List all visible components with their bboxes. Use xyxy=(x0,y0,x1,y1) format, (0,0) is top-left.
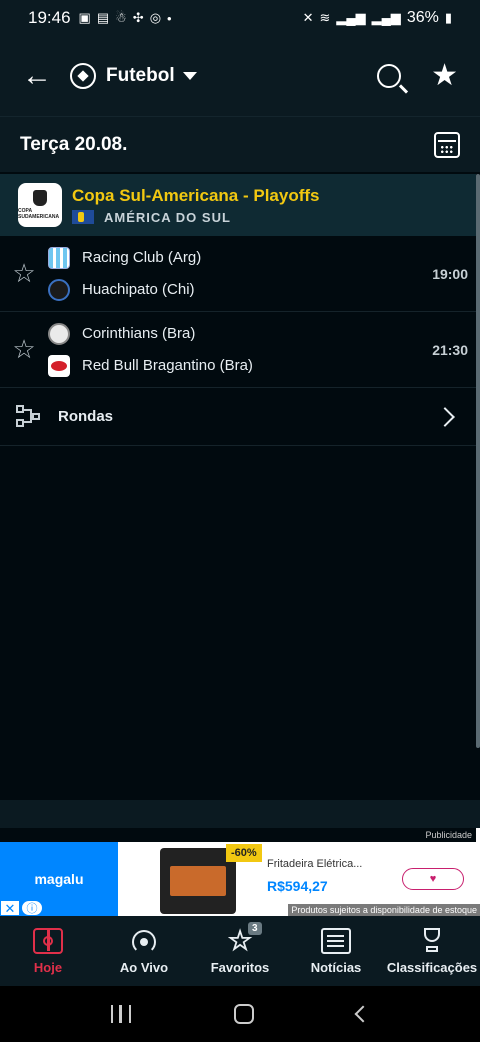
system-navigation-bar xyxy=(0,986,480,1042)
battery-icon: ▮ xyxy=(444,10,452,25)
nav-ao-vivo[interactable]: Ao Vivo xyxy=(96,916,192,986)
today-icon xyxy=(33,927,63,954)
match-row[interactable]: ☆ Corinthians (Bra) Red Bull Bragantino … xyxy=(0,312,476,388)
status-time: 19:46 xyxy=(28,8,71,27)
soccer-ball-icon xyxy=(70,63,96,89)
home-team-name: Corinthians (Bra) xyxy=(82,325,196,342)
ad-banner[interactable]: Publicidade magalu -60% Fritadeira Elétr… xyxy=(0,828,480,916)
top-app-bar: ← Futebol ★ xyxy=(0,36,480,116)
news-icon xyxy=(321,927,351,954)
league-header[interactable]: COPA SUDAMERICANA Copa Sul-Americana - P… xyxy=(0,174,476,236)
league-info: Copa Sul-Americana - Playoffs AMÉRICA DO… xyxy=(72,186,320,225)
home-icon[interactable] xyxy=(233,1004,254,1024)
ad-discount: -60% xyxy=(226,844,262,862)
scrollbar[interactable] xyxy=(476,174,480,748)
away-team-name: Huachipato (Chi) xyxy=(82,281,195,298)
pinwheel-icon: ✣ xyxy=(132,10,144,25)
nav-label: Ao Vivo xyxy=(119,959,169,975)
league-region: AMÉRICA DO SUL xyxy=(104,209,231,225)
league-region-row: AMÉRICA DO SUL xyxy=(72,210,320,225)
nav-label: Favoritos xyxy=(210,959,270,975)
trophy-icon xyxy=(417,927,447,954)
bottom-navigation: Hoje Ao Vivo ☆ 3 Favoritos Notícias Clas… xyxy=(0,916,480,986)
mute-icon: ✕ xyxy=(302,10,314,25)
back-arrow-icon[interactable]: ← xyxy=(22,59,58,93)
app-icon: ☃ xyxy=(115,10,127,25)
date-row: Terça 20.08. xyxy=(0,116,480,172)
match-time: 19:00 xyxy=(432,265,468,282)
status-right: ✕ ≋ ▂▄▆ ▂▄▆ 36% ▮ xyxy=(303,9,452,27)
racing-crest-icon xyxy=(48,246,70,269)
chat-icon: ▤ xyxy=(96,10,110,25)
caret-down-icon xyxy=(182,72,197,80)
ad-close-icon[interactable]: ✕ xyxy=(0,900,20,916)
signal2-icon: ▂▄▆ xyxy=(371,10,401,25)
sport-label: Futebol xyxy=(106,65,175,86)
live-icon xyxy=(129,928,159,954)
match-teams: Racing Club (Arg) Huachipato (Chi) xyxy=(48,242,416,306)
nav-favoritos[interactable]: ☆ 3 Favoritos xyxy=(192,916,288,986)
content-bottom-strip xyxy=(0,800,480,828)
recents-icon[interactable] xyxy=(111,1005,132,1023)
ad-label: Publicidade xyxy=(0,828,476,842)
ad-title[interactable]: Fritadeira Elétrica... xyxy=(267,858,362,870)
chevron-right-icon xyxy=(435,406,455,427)
date-label: Terça 20.08. xyxy=(20,133,128,155)
battery-percent: 36% xyxy=(406,9,439,26)
trophy-mini-icon xyxy=(33,190,47,206)
nav-classificacoes[interactable]: Classificações xyxy=(384,916,480,986)
away-team-name: Red Bull Bragantino (Bra) xyxy=(82,357,253,374)
ad-info-icon[interactable]: ⓘ xyxy=(21,900,43,916)
star-icon[interactable]: ★ xyxy=(431,61,458,91)
bracket-icon xyxy=(16,404,42,429)
bragantino-crest-icon xyxy=(48,354,70,377)
nav-label: Classificações xyxy=(386,959,478,975)
nav-label: Notícias xyxy=(310,959,362,975)
match-row[interactable]: ☆ Racing Club (Arg) Huachipato (Chi) 19:… xyxy=(0,236,476,312)
favorite-star-icon[interactable]: ☆ xyxy=(0,334,48,365)
instagram-icon: ◎ xyxy=(149,10,162,25)
away-team: Huachipato (Chi) xyxy=(48,274,416,306)
league-logo-text: COPA SUDAMERICANA xyxy=(18,208,60,220)
nav-noticias[interactable]: Notícias xyxy=(288,916,384,986)
search-icon[interactable] xyxy=(377,64,402,88)
south-america-flag-icon xyxy=(72,210,94,224)
favorite-star-icon[interactable]: ☆ xyxy=(0,258,48,289)
ad-price: R$594,27 xyxy=(267,878,328,894)
home-team: Corinthians (Bra) xyxy=(48,318,416,350)
sport-selector[interactable]: Futebol xyxy=(70,63,197,89)
notification-icons: ▣ ▤ ☃ ✣ ◎ • xyxy=(79,10,172,26)
message-icon: ▣ xyxy=(78,10,91,25)
away-team: Red Bull Bragantino (Bra) xyxy=(48,350,416,382)
ad-disclaimer: Produtos sujeitos a disponibilidade de e… xyxy=(288,904,480,916)
signal1-icon: ▂▄▆ xyxy=(336,10,366,25)
calendar-icon[interactable] xyxy=(434,131,460,158)
match-time: 21:30 xyxy=(432,341,468,358)
rounds-row[interactable]: Rondas xyxy=(0,388,476,446)
match-teams: Corinthians (Bra) Red Bull Bragantino (B… xyxy=(48,318,416,382)
favorites-count-badge: 3 xyxy=(248,922,262,935)
league-name: Copa Sul-Americana - Playoffs xyxy=(72,185,320,205)
rounds-label: Rondas xyxy=(58,408,114,425)
system-back-icon[interactable] xyxy=(354,1005,372,1023)
home-team: Racing Club (Arg) xyxy=(48,242,416,274)
huachipato-crest-icon xyxy=(48,278,70,301)
nav-label: Hoje xyxy=(33,959,63,975)
ad-favorite-button[interactable]: ♥ xyxy=(402,868,464,890)
nav-hoje[interactable]: Hoje xyxy=(0,916,96,986)
ad-product-image[interactable] xyxy=(160,848,236,914)
home-team-name: Racing Club (Arg) xyxy=(82,249,202,266)
league-logo: COPA SUDAMERICANA xyxy=(18,183,62,227)
wifi-icon: ≋ xyxy=(319,10,331,25)
corinthians-crest-icon xyxy=(48,322,70,345)
status-bar: 19:46 ▣ ▤ ☃ ✣ ◎ • ✕ ≋ ▂▄▆ ▂▄▆ 36% ▮ xyxy=(0,0,480,36)
dot-icon: • xyxy=(167,10,172,26)
